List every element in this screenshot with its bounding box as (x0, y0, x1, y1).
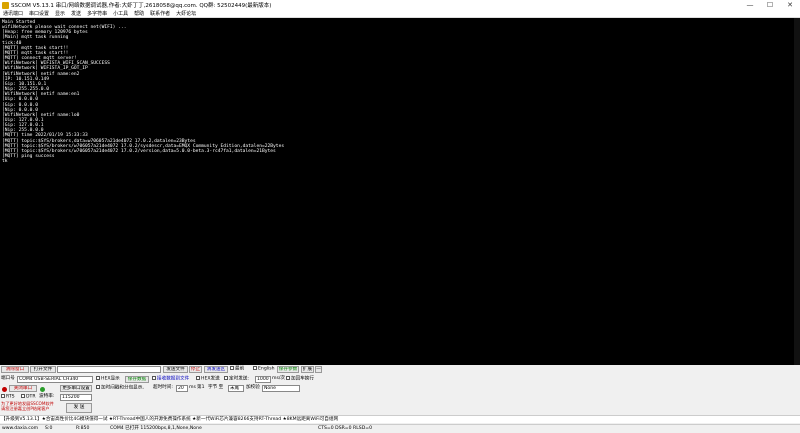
promo-text[interactable]: 为了更好地发展SSCOM软件 请您注册嘉立创P结尾客户 (1, 401, 54, 411)
byte-label: 字节 至 (208, 385, 224, 390)
status-lines: CTS=0 DSR=0 RLSD=0 (318, 426, 373, 431)
port-select[interactable]: COM4 USB-SERIAL CH340 (17, 376, 93, 383)
more-ports-button[interactable]: 更多串口设置 (60, 385, 92, 392)
send-button[interactable]: 发 送 (66, 403, 92, 413)
terminal-line: tk (2, 159, 8, 165)
window-controls: — ☐ ✕ (740, 0, 800, 10)
open-file-button[interactable]: 打开文件 (30, 366, 56, 373)
port-label: 端口号 (1, 376, 15, 381)
maximize-button[interactable]: ☐ (760, 0, 780, 10)
menu-tools[interactable]: 小工具 (110, 10, 131, 17)
file-path-input[interactable] (57, 366, 161, 373)
status-sent: S:0 (45, 426, 53, 431)
port-status-icon (2, 387, 7, 392)
status-received: R:850 (76, 426, 90, 431)
terminal-output: Main Started wifiNetwork please wait conn… (2, 20, 284, 164)
send-file-button[interactable]: 发送文件 (163, 366, 188, 373)
menu-comm-port[interactable]: 通讯端口 (0, 10, 26, 17)
close-button[interactable]: ✕ (780, 0, 800, 10)
hex-send-checkbox[interactable]: HEX发送 (196, 376, 220, 383)
interval-input[interactable]: 1000 (255, 376, 271, 383)
app-icon (2, 1, 9, 9)
baud-label: 波特率: (39, 394, 55, 399)
rts-checkbox[interactable]: RTS (1, 394, 15, 401)
clear-window-button[interactable]: 清除窗口 (1, 366, 29, 373)
menu-contact-author[interactable]: 联系作者 (147, 10, 173, 17)
timeout-unit: ms (189, 385, 196, 390)
title-bar: SSCOM V5.13.1 串口/网络数据调试器,作者:大虾丁丁,2618058… (0, 0, 800, 10)
status-bar: www.daxia.com S:0 R:850 COM4 已打开 115200b… (0, 424, 800, 433)
menu-help[interactable]: 帮助 (131, 10, 147, 17)
menu-forum[interactable]: 大虾论坛 (173, 10, 199, 17)
menu-send[interactable]: 发送 (68, 10, 84, 17)
status-port-info: COM4 已打开 115200bps,8,1,None,None (110, 426, 202, 431)
menu-display[interactable]: 显示 (52, 10, 68, 17)
byte-number: 第1 (197, 385, 205, 390)
stop-button[interactable]: 停止 (189, 366, 202, 373)
news-ticker[interactable]: 【升级到V5.13.1】★合宙高性价比4G模块值得一试 ★RT-Thread中国… (0, 415, 800, 423)
collapse-button[interactable]: — (315, 366, 322, 373)
save-data-button[interactable]: 保存数据 (125, 376, 149, 383)
timestamp-checkbox[interactable]: 加时间戳和分包显示, (96, 385, 144, 392)
english-checkbox[interactable]: English (253, 366, 275, 373)
menu-multi-string[interactable]: 多字符串 (84, 10, 110, 17)
recv-to-file-checkbox[interactable]: 接收数据到文件 (152, 376, 189, 383)
minimize-button[interactable]: — (740, 0, 760, 10)
checksum-select[interactable]: None (262, 385, 300, 392)
timed-send-checkbox[interactable]: 定时发送: (224, 376, 249, 383)
checksum-label: 加校验 (246, 385, 260, 390)
baud-select[interactable]: 115200 (60, 394, 92, 401)
terminal-scrollbar[interactable] (794, 18, 800, 365)
add-crlf-checkbox[interactable]: 加回车换行 (286, 376, 314, 383)
interval-unit: ms/次 (272, 376, 286, 381)
clear-send-button[interactable]: 清发送区 (204, 366, 228, 373)
close-port-button[interactable]: 关闭串口 (9, 385, 37, 392)
timeout-input[interactable]: 20 (176, 385, 188, 392)
receive-terminal[interactable]: Main Started wifiNetwork please wait conn… (0, 18, 800, 365)
timeout-label: 超时时间: (153, 385, 173, 390)
topmost-checkbox[interactable]: 最前 (230, 366, 244, 373)
expand-button[interactable]: 扩展 (301, 366, 314, 373)
menu-bar: 通讯端口 串口设置 显示 发送 多字符串 小工具 帮助 联系作者 大虾论坛 (0, 10, 800, 18)
sscom-window: SSCOM V5.13.1 串口/网络数据调试器,作者:大虾丁丁,2618058… (0, 0, 800, 433)
refresh-icon[interactable] (40, 387, 45, 392)
window-title: SSCOM V5.13.1 串口/网络数据调试器,作者:大虾丁丁,2618058… (11, 3, 272, 9)
save-params-button[interactable]: 保存参数 (277, 366, 299, 373)
status-site[interactable]: www.daxia.com (2, 425, 38, 433)
menu-serial-settings[interactable]: 串口设置 (26, 10, 52, 17)
dtr-checkbox[interactable]: DTR (21, 394, 36, 401)
tail-select[interactable]: 末尾 (228, 385, 244, 392)
hex-display-checkbox[interactable]: HEX显示 (96, 376, 120, 383)
